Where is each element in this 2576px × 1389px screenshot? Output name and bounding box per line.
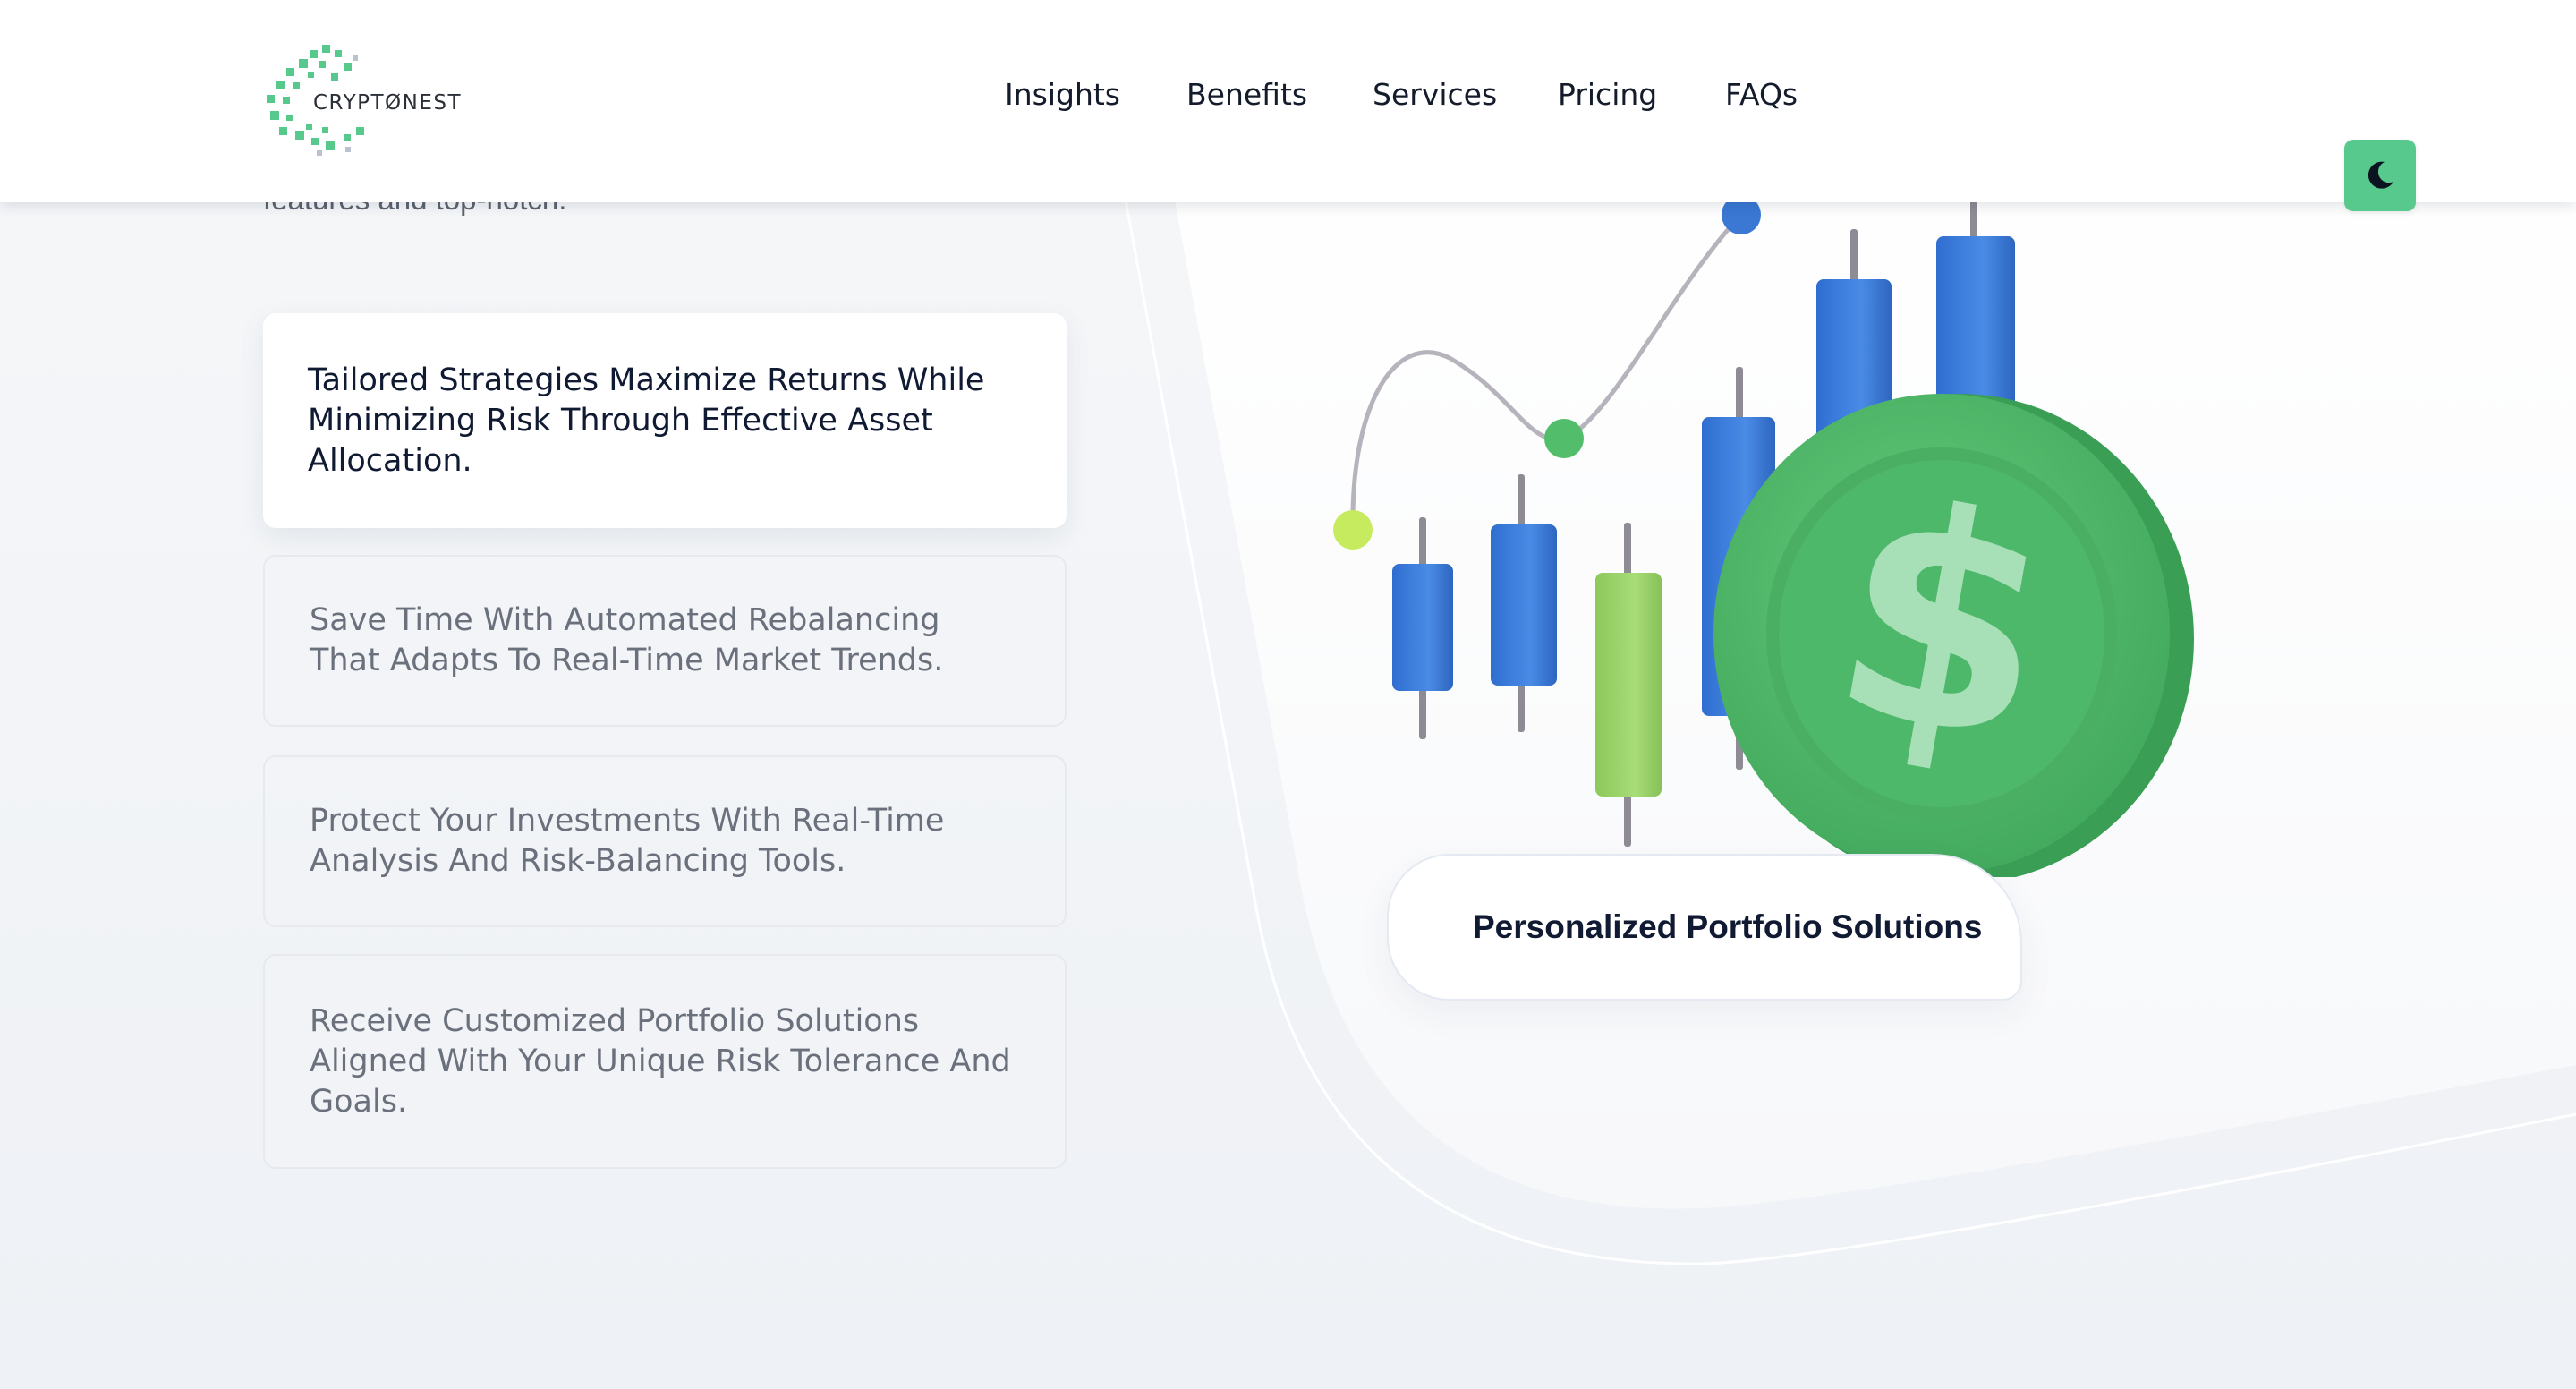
feature-card-text: Receive Customized Portfolio Solutions A…: [310, 1002, 1011, 1120]
moon-icon: [2368, 161, 2393, 189]
feature-card[interactable]: Receive Customized Portfolio Solutions A…: [263, 954, 1067, 1169]
portfolio-illustration: $: [1333, 195, 2194, 877]
feature-card-text: Save Time With Automated Rebalancing Tha…: [310, 602, 944, 678]
candle: [1392, 564, 1453, 691]
nav-faqs[interactable]: FAQs: [1725, 77, 1798, 112]
portfolio-caption-card: Personalized Portfolio Solutions: [1387, 854, 2022, 1001]
feature-card[interactable]: Protect Your Investments With Real-Time …: [263, 755, 1067, 927]
trend-line: [1350, 213, 1743, 529]
candle: [1595, 573, 1662, 797]
site-header: CRYPTØNEST Insights Benefits Services Pr…: [0, 0, 2576, 202]
feature-card[interactable]: Save Time With Automated Rebalancing Tha…: [263, 555, 1067, 727]
feature-card-text: Protect Your Investments With Real-Time …: [310, 803, 945, 879]
theme-toggle-button[interactable]: [2344, 140, 2416, 211]
dollar-coin-icon: $: [1713, 394, 2194, 877]
brand-name: CRYPTØNEST: [313, 91, 463, 115]
brand-logo[interactable]: CRYPTØNEST: [263, 41, 496, 159]
nav-insights[interactable]: Insights: [1005, 77, 1120, 112]
candle: [1491, 524, 1557, 686]
portfolio-caption: Personalized Portfolio Solutions: [1473, 908, 1983, 945]
feature-card[interactable]: Tailored Strategies Maximize Returns Whi…: [263, 313, 1067, 528]
trend-point: [1544, 419, 1584, 458]
feature-card-text: Tailored Strategies Maximize Returns Whi…: [308, 362, 985, 479]
nav-pricing[interactable]: Pricing: [1558, 77, 1657, 112]
trend-point: [1333, 510, 1373, 550]
nav-benefits[interactable]: Benefits: [1186, 77, 1307, 112]
nav-services[interactable]: Services: [1373, 77, 1497, 112]
